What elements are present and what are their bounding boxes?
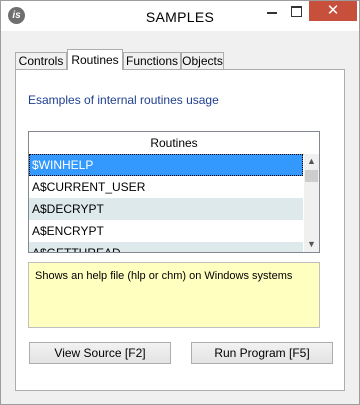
title-bar[interactable]: is SAMPLES ✕ <box>1 1 359 31</box>
tab-objects[interactable]: Objects <box>181 52 224 69</box>
panel-description: Esamples of internal routines usage <box>28 93 219 107</box>
list-scrollbar[interactable]: ▲ ▼ <box>304 154 319 252</box>
tab-routines[interactable]: Routines <box>67 49 123 70</box>
run-program-button[interactable]: Run Program [F5] <box>191 342 333 364</box>
list-header[interactable]: Routines <box>29 132 319 155</box>
close-button[interactable]: ✕ <box>309 1 357 21</box>
list-item[interactable]: $WINHELP <box>29 154 303 176</box>
list-item[interactable]: A$CURRENT_USER <box>29 176 303 198</box>
list-item[interactable]: A$ENCRYPT <box>29 220 303 242</box>
samples-window: is SAMPLES ✕ Controls Routines Functions… <box>0 0 360 405</box>
routine-info-box: Shows an help file (hlp or chm) on Windo… <box>28 262 320 328</box>
scroll-thumb[interactable] <box>305 170 318 182</box>
list-rows: $WINHELP A$CURRENT_USER A$DECRYPT A$ENCR… <box>29 154 303 252</box>
tab-functions[interactable]: Functions <box>123 52 181 69</box>
list-item[interactable]: A$GETTHREAD <box>29 242 303 252</box>
list-item[interactable]: A$DECRYPT <box>29 198 303 220</box>
maximize-button[interactable] <box>283 1 311 21</box>
scroll-up-icon[interactable]: ▲ <box>304 154 319 169</box>
routines-panel: Esamples of internal routines usage Rout… <box>15 69 345 391</box>
tab-controls[interactable]: Controls <box>15 52 67 69</box>
scroll-down-icon[interactable]: ▼ <box>304 237 319 252</box>
view-source-button[interactable]: View Source [F2] <box>29 342 171 364</box>
routines-listbox[interactable]: Routines $WINHELP A$CURRENT_USER A$DECRY… <box>28 131 320 253</box>
